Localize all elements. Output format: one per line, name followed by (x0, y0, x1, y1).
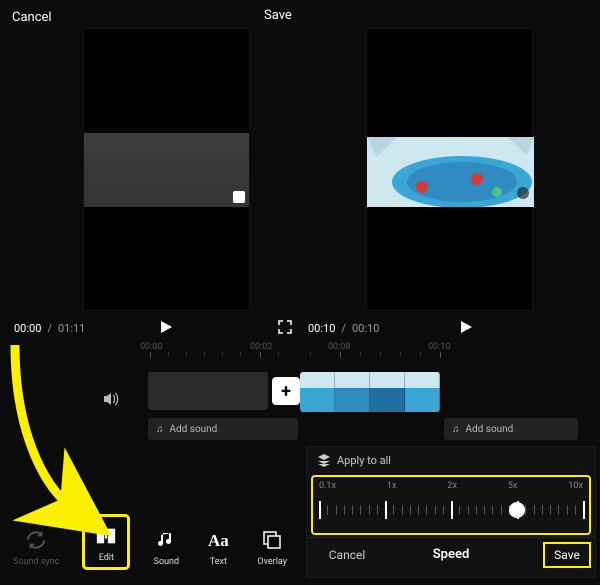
speed-save-button[interactable]: Save (545, 544, 589, 566)
left-time-label: 00:00/01:11 (14, 322, 85, 335)
right-preview (366, 28, 533, 311)
music-note-icon: ♫ (452, 424, 460, 435)
cancel-button[interactable]: Cancel (12, 6, 52, 18)
right-clip-strip[interactable] (300, 372, 440, 412)
sync-icon (23, 527, 49, 553)
game-thumbnail (367, 137, 534, 207)
left-clip-track[interactable] (148, 372, 268, 410)
roblox-logo-icon (233, 191, 245, 203)
speed-knob[interactable] (509, 502, 525, 518)
music-icon (153, 527, 179, 553)
sound-tool[interactable]: Sound (153, 527, 179, 567)
add-clip-button[interactable]: + (272, 377, 300, 405)
layers-icon (317, 453, 331, 467)
volume-icon[interactable] (102, 390, 120, 411)
speed-cancel-button[interactable]: Cancel (307, 548, 387, 562)
left-fullscreen-button[interactable] (278, 320, 292, 337)
left-timeline-ruler[interactable]: 00:00 00:02 (150, 342, 300, 356)
edit-tool[interactable]: Edit (85, 517, 127, 567)
right-add-sound-button[interactable]: ♫ Add sound (444, 418, 578, 440)
right-time-label: 00:10/00:10 (308, 322, 379, 335)
right-play-button[interactable] (458, 319, 474, 335)
text-icon: Aa (205, 527, 231, 553)
speed-slider[interactable]: 0.1x 1x 2x 5x 10x (313, 477, 589, 533)
top-save-button[interactable]: Save (264, 8, 292, 23)
left-preview (83, 28, 250, 311)
apply-to-all-toggle[interactable]: Apply to all (307, 447, 595, 473)
text-tool[interactable]: Aa Text (205, 527, 231, 567)
speed-panel: Apply to all 0.1x 1x 2x 5x 10x Cancel Sp… (306, 446, 596, 578)
sound-sync-tool[interactable]: Sound sync (13, 527, 59, 567)
overlay-tool[interactable]: Overlay (257, 527, 287, 567)
music-note-icon: ♫ (156, 424, 164, 435)
right-timeline-ruler[interactable]: 00:08 00:10 (310, 342, 460, 356)
left-add-sound-button[interactable]: ♫ Add sound (148, 418, 298, 440)
left-play-button[interactable] (158, 319, 174, 335)
overlay-icon (259, 527, 285, 553)
edit-icon (93, 523, 119, 549)
